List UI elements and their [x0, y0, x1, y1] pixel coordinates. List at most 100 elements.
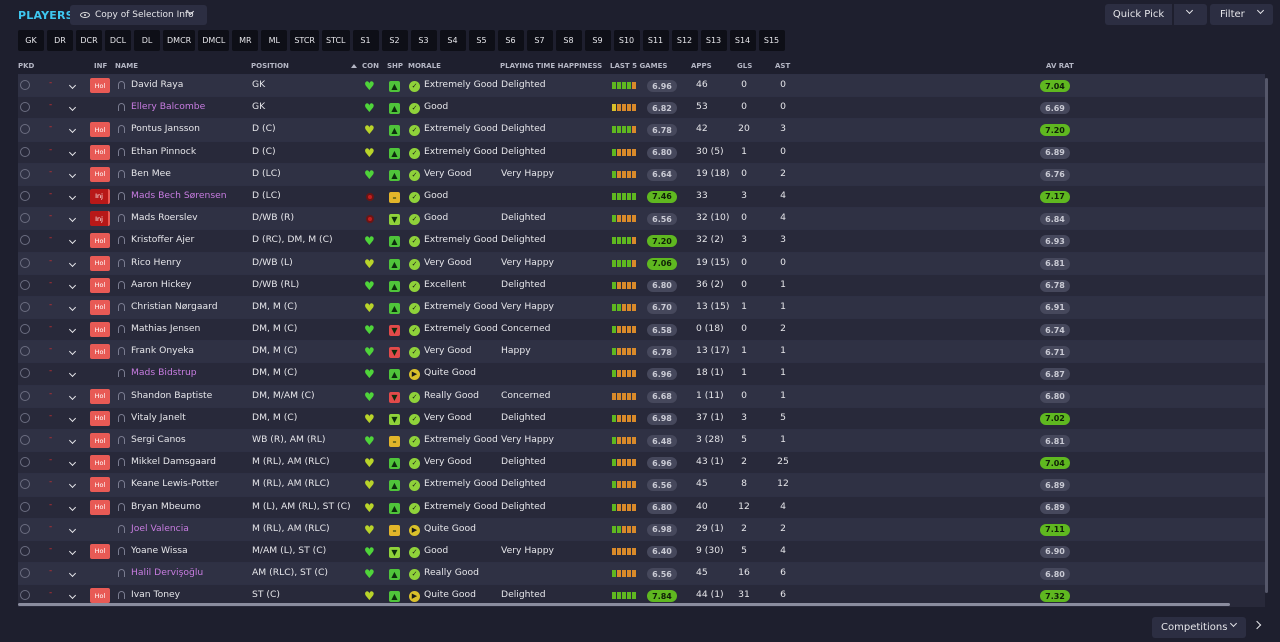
player-name[interactable]: Ben Mee	[131, 168, 171, 179]
col-avrat[interactable]: AV RAT	[1046, 62, 1074, 70]
row-menu[interactable]	[68, 213, 77, 224]
row-menu[interactable]	[68, 102, 77, 113]
position-chip[interactable]: ML	[261, 30, 288, 51]
pick-checkbox[interactable]	[20, 124, 30, 135]
row-menu[interactable]	[68, 479, 77, 490]
pick-checkbox[interactable]	[20, 279, 30, 290]
table-row[interactable]: - Joel Valencia M (RL), AM (RLC) ♥ – ▶ Quite G…	[18, 517, 1265, 540]
row-menu[interactable]	[68, 391, 77, 402]
pick-checkbox[interactable]	[20, 501, 30, 512]
position-chip[interactable]: S15	[758, 30, 785, 51]
player-name[interactable]: Rico Henry	[131, 257, 181, 268]
horizontal-scrollbar[interactable]	[18, 603, 1230, 606]
row-menu[interactable]	[68, 169, 77, 180]
position-chip[interactable]: S9	[584, 30, 611, 51]
player-name[interactable]: Christian Nørgaard	[131, 301, 218, 312]
row-menu[interactable]	[68, 324, 77, 335]
pick-checkbox[interactable]	[20, 412, 30, 423]
position-chip[interactable]: S5	[468, 30, 495, 51]
table-row[interactable]: - Hol Bryan Mbeumo M (L), AM (RL), ST (C) ♥ ▲…	[18, 495, 1265, 518]
quick-pick-button[interactable]: Quick Pick	[1105, 4, 1172, 25]
position-chip[interactable]: S8	[555, 30, 582, 51]
status-badge[interactable]: Hol	[90, 277, 110, 293]
table-row[interactable]: - Hol Aaron Hickey D/WB (RL) ♥ ▲ ✓ Excellent Del…	[18, 273, 1265, 296]
col-morale[interactable]: MORALE	[408, 62, 441, 70]
status-badge[interactable]: Inj	[90, 188, 110, 204]
status-badge[interactable]: Hol	[90, 433, 110, 448]
table-row[interactable]: - Hol Keane Lewis-Potter M (RL), AM (RLC) ♥ ▲…	[18, 473, 1265, 496]
position-chip[interactable]: STCR	[290, 30, 319, 51]
pick-checkbox[interactable]	[20, 102, 30, 113]
pick-checkbox[interactable]	[20, 213, 30, 224]
pick-checkbox[interactable]	[20, 80, 30, 90]
position-chip[interactable]: S4	[439, 30, 466, 51]
row-menu[interactable]	[68, 546, 77, 557]
position-chip[interactable]: GK	[18, 30, 44, 51]
status-badge[interactable]: Hol	[90, 588, 110, 604]
row-menu[interactable]	[68, 524, 77, 535]
table-row[interactable]: - Inj Mads Bech Sørensen D (LC) – ✓ Good 7.46 33…	[18, 184, 1265, 208]
status-badge[interactable]: Inj	[90, 211, 110, 227]
player-name[interactable]: Sergi Canos	[131, 434, 186, 445]
table-row[interactable]: - Hol Kristoffer Ajer D (RC), DM, M (C) ♥ ▲ ✓ E…	[18, 229, 1265, 252]
table-row[interactable]: - Hol Frank Onyeka DM, M (C) ♥ ▼ ✓ Very Good Hap…	[18, 340, 1265, 363]
col-apps[interactable]: APPS	[691, 62, 712, 70]
pick-checkbox[interactable]	[20, 568, 30, 579]
player-name[interactable]: Mads Bidstrup	[131, 367, 197, 378]
pick-checkbox[interactable]	[20, 523, 30, 534]
status-badge[interactable]: Hol	[90, 410, 110, 426]
player-name[interactable]: Yoane Wissa	[131, 545, 188, 556]
table-row[interactable]: - Mads Bidstrup DM, M (C) ♥ ▲ ▶ Quite Good 6.96…	[18, 362, 1265, 385]
row-menu[interactable]	[68, 124, 77, 135]
table-row[interactable]: - Hol Vitaly Janelt DM, M (C) ♥ ▼ ✓ Very Good De…	[18, 406, 1265, 429]
row-menu[interactable]	[68, 457, 77, 468]
position-chip[interactable]: STCL	[321, 30, 350, 51]
vertical-scrollbar[interactable]	[1265, 78, 1268, 593]
position-chip[interactable]: DCR	[76, 30, 102, 51]
position-chip[interactable]: MR	[232, 30, 259, 51]
table-row[interactable]: - Hol Rico Henry D/WB (L) ♥ ▲ ✓ Very Good Very H…	[18, 251, 1265, 274]
competitions-dropdown[interactable]: Competitions	[1152, 617, 1246, 638]
status-badge[interactable]: Hol	[90, 144, 110, 160]
player-name[interactable]: Ivan Toney	[131, 589, 180, 600]
table-row[interactable]: - Hol Yoane Wissa M/AM (L), ST (C) ♥ ▼ ✓ Good Ve…	[18, 539, 1265, 563]
position-chip[interactable]: DCL	[105, 30, 131, 51]
pick-checkbox[interactable]	[20, 257, 30, 268]
player-name[interactable]: Joel Valencia	[131, 523, 189, 534]
position-chip[interactable]: S12	[671, 30, 698, 51]
table-row[interactable]: - Halil Dervişoğlu AM (RLC), ST (C) ♥ ▲ ✓ Real…	[18, 562, 1265, 585]
status-badge[interactable]: Hol	[90, 344, 110, 360]
status-badge[interactable]: Hol	[90, 166, 110, 182]
position-chip[interactable]: S11	[642, 30, 669, 51]
player-name[interactable]: Aaron Hickey	[131, 279, 191, 290]
row-menu[interactable]	[68, 568, 77, 579]
position-chip[interactable]: S6	[497, 30, 524, 51]
status-badge[interactable]: Hol	[90, 499, 110, 515]
status-badge[interactable]: Hol	[90, 255, 110, 271]
table-row[interactable]: - Hol Pontus Jansson D (C) ♥ ▲ ✓ Extremely Good…	[18, 118, 1265, 141]
row-menu[interactable]	[68, 346, 77, 357]
table-row[interactable]: - Hol Mikkel Damsgaard M (RL), AM (RLC) ♥ ▲ ✓ V…	[18, 451, 1265, 474]
row-menu[interactable]	[68, 502, 77, 513]
player-name[interactable]: Mathias Jensen	[131, 323, 200, 334]
pick-checkbox[interactable]	[20, 435, 30, 445]
table-row[interactable]: - Hol Ethan Pinnock D (C) ♥ ▲ ✓ Extremely Good D…	[18, 140, 1265, 163]
pick-checkbox[interactable]	[20, 301, 30, 312]
position-chip[interactable]: S2	[381, 30, 408, 51]
quick-pick-dropdown[interactable]	[1174, 4, 1207, 25]
row-menu[interactable]	[68, 590, 77, 601]
filter-button[interactable]: Filter	[1210, 4, 1273, 25]
pick-checkbox[interactable]	[20, 457, 30, 468]
player-name[interactable]: Frank Onyeka	[131, 345, 194, 356]
row-menu[interactable]	[68, 368, 77, 379]
row-menu[interactable]	[68, 280, 77, 291]
position-chip[interactable]: DMCR	[163, 30, 196, 51]
table-row[interactable]: - Hol David Raya GK ♥ ▲ ✓ Extremely Good Delight…	[18, 74, 1265, 97]
player-name[interactable]: Vitaly Janelt	[131, 412, 186, 423]
status-badge[interactable]: Hol	[90, 455, 110, 471]
player-name[interactable]: Ellery Balcombe	[131, 101, 205, 112]
player-name[interactable]: Bryan Mbeumo	[131, 501, 201, 512]
player-name[interactable]: David Raya	[131, 79, 183, 90]
position-chip[interactable]: S10	[613, 30, 640, 51]
position-chip[interactable]: DMCL	[198, 30, 230, 51]
